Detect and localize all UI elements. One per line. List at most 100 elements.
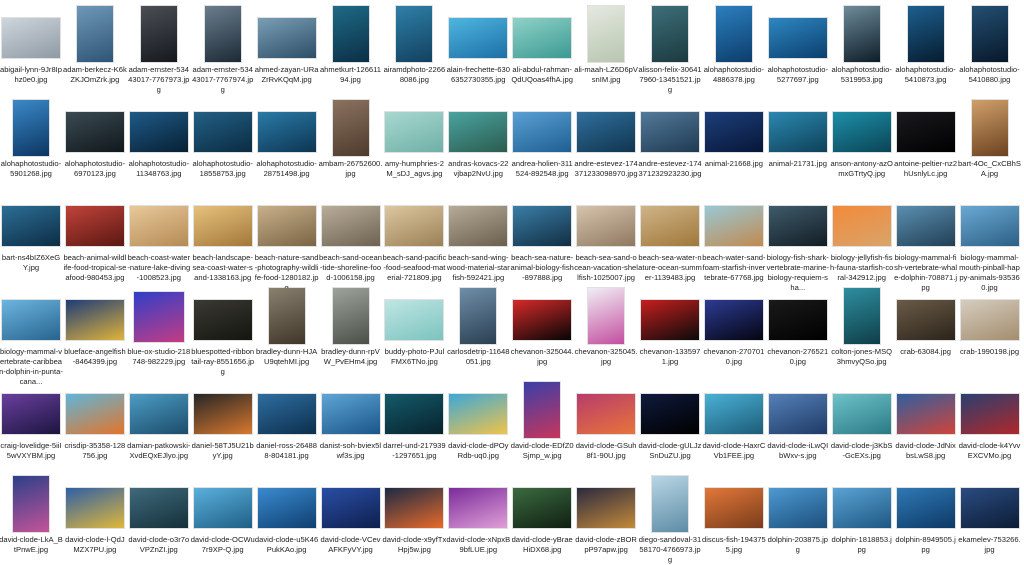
- file-tile[interactable]: ekamelev-753266.jpg: [958, 472, 1021, 555]
- file-tile[interactable]: beach-sand-wing-wood-material-starfish-5…: [447, 190, 510, 283]
- file-tile[interactable]: david-clode-gULJzSnDuZU.jpg: [639, 378, 701, 461]
- image-thumbnail[interactable]: [129, 394, 188, 434]
- file-tile[interactable]: ahmetkurt-12661194.jpg: [320, 2, 382, 85]
- file-tile[interactable]: alohaphotostudio-18558753.jpg: [192, 96, 254, 179]
- image-thumbnail[interactable]: [577, 112, 636, 152]
- image-thumbnail[interactable]: [704, 300, 763, 340]
- image-thumbnail[interactable]: [652, 476, 688, 532]
- image-thumbnail[interactable]: [321, 488, 380, 528]
- image-thumbnail[interactable]: [268, 288, 305, 344]
- image-thumbnail[interactable]: [832, 112, 891, 152]
- image-thumbnail[interactable]: [832, 488, 891, 528]
- image-thumbnail[interactable]: [129, 488, 188, 528]
- image-thumbnail[interactable]: [321, 394, 380, 434]
- file-tile[interactable]: david-clode-iLwQIbWxv-s.jpg: [767, 378, 829, 461]
- file-tile[interactable]: ali-maah-LZ6D6pVsnIM.jpg: [574, 2, 638, 85]
- file-tile[interactable]: david-clode-OCWu7r9XP-Q.jpg: [191, 472, 255, 555]
- file-tile[interactable]: ali-abdul-rahman-QdUQoas4fhA.jpg: [511, 2, 573, 85]
- image-thumbnail[interactable]: [524, 382, 561, 438]
- file-tile[interactable]: andre-estevez-174371233098970.jpg: [574, 96, 638, 179]
- file-tile[interactable]: adam-ernster-53443017-7767974.jpg: [192, 2, 254, 95]
- image-thumbnail[interactable]: [2, 394, 60, 434]
- file-tile[interactable]: anson-antony-azOmxGTrtyQ.jpg: [830, 96, 893, 179]
- image-thumbnail[interactable]: [257, 18, 316, 58]
- file-tile[interactable]: damian-patkowski-XvdEQxEJlyo.jpg: [127, 378, 190, 461]
- file-tile[interactable]: antoine-peltier-nz2hUsnlyLc.jpg: [894, 96, 957, 179]
- file-tile[interactable]: beach-landscape-sea-coast-water-sand-133…: [192, 190, 254, 283]
- file-tile[interactable]: discus-fish-1943755.jpg: [702, 472, 766, 555]
- file-tile[interactable]: craig-lovelidge-5iiI5wVXYBM.jpg: [0, 378, 62, 461]
- file-tile[interactable]: abigail-lynn-9Jr8Iphz0e0.jpg: [0, 2, 62, 85]
- image-thumbnail[interactable]: [832, 206, 891, 246]
- file-tile[interactable]: biology-mammal-fish-vertebrate-whale-dol…: [894, 190, 957, 293]
- file-tile[interactable]: beach-water-sand-foam-starfish-invertebr…: [702, 190, 766, 283]
- image-thumbnail[interactable]: [332, 6, 369, 62]
- image-thumbnail[interactable]: [588, 288, 625, 344]
- file-tile[interactable]: daniel-58TJ5U21byY.jpg: [192, 378, 254, 461]
- image-thumbnail[interactable]: [193, 300, 252, 340]
- file-tile[interactable]: biology-mammal-vertebrate-caribbean-dolp…: [0, 284, 63, 387]
- image-thumbnail[interactable]: [960, 206, 1019, 246]
- file-tile[interactable]: david-clode-u5K46PukKAo.jpg: [255, 472, 318, 555]
- image-thumbnail[interactable]: [257, 394, 316, 434]
- file-tile[interactable]: david-clode-x9yfTxHpj5w.jpg: [383, 472, 446, 555]
- file-tile[interactable]: dolphin-8949505.jpg: [895, 472, 957, 555]
- image-thumbnail[interactable]: [385, 112, 444, 152]
- file-tile[interactable]: chevanon-325045.jpg: [575, 284, 638, 367]
- image-thumbnail[interactable]: [652, 6, 688, 62]
- image-thumbnail[interactable]: [76, 6, 113, 62]
- file-tile[interactable]: crisdip-35358-128756.jpg: [64, 378, 126, 461]
- file-tile[interactable]: alohaphotostudio-5410880.jpg: [959, 2, 1021, 85]
- image-thumbnail[interactable]: [768, 394, 827, 434]
- file-tile[interactable]: david-clode-zBORpP97apw.jpg: [575, 472, 637, 555]
- file-tile[interactable]: bart-ns4bIZ6XeGY.jpg: [0, 190, 62, 273]
- image-thumbnail[interactable]: [513, 18, 572, 58]
- image-thumbnail[interactable]: [577, 394, 636, 434]
- file-tile[interactable]: beach-sea-water-nature-ocean-summer-1139…: [638, 190, 702, 283]
- image-thumbnail[interactable]: [385, 300, 444, 340]
- file-tile[interactable]: adam-berkecz-K6kZKJOmZrk.jpg: [63, 2, 127, 85]
- image-thumbnail[interactable]: [204, 6, 241, 62]
- file-tile[interactable]: daniel-ross-264888-804181.jpg: [256, 378, 318, 461]
- image-thumbnail[interactable]: [641, 394, 699, 434]
- image-thumbnail[interactable]: [896, 488, 955, 528]
- file-tile[interactable]: alohaphotostudio-5319953.jpg: [831, 2, 893, 85]
- file-tile[interactable]: carlosdetrip-11648051.jpg: [447, 284, 509, 367]
- image-thumbnail[interactable]: [641, 300, 699, 340]
- file-tile[interactable]: biology-fish-shark-vertebrate-marine-bio…: [767, 190, 829, 293]
- file-tile[interactable]: david-clode-dPOyRdb-uq0.jpg: [447, 378, 509, 461]
- image-thumbnail[interactable]: [257, 206, 316, 246]
- file-tile[interactable]: biology-jellyfish-fish-fauna-starfish-co…: [830, 190, 893, 283]
- image-thumbnail[interactable]: [971, 100, 1008, 156]
- file-tile[interactable]: colton-jones-MSQ3hmvyQSo.jpg: [831, 284, 893, 367]
- image-thumbnail[interactable]: [588, 6, 625, 62]
- image-thumbnail[interactable]: [577, 488, 636, 528]
- file-tile[interactable]: david-clode-yBraeHiDX68.jpg: [511, 472, 573, 555]
- image-thumbnail[interactable]: [257, 488, 316, 528]
- file-tile[interactable]: bart-4Oc_CxCBhSA.jpg: [958, 96, 1021, 179]
- image-thumbnail[interactable]: [460, 288, 497, 344]
- image-thumbnail[interactable]: [2, 18, 60, 58]
- image-thumbnail[interactable]: [513, 206, 572, 246]
- image-thumbnail[interactable]: [960, 300, 1019, 340]
- image-thumbnail[interactable]: [140, 6, 177, 62]
- file-tile[interactable]: andre-estevez-174371232923230.jpg: [638, 96, 702, 179]
- image-thumbnail[interactable]: [332, 100, 369, 156]
- file-tile[interactable]: alohaphotostudio-4886378.jpg: [703, 2, 765, 85]
- file-tile[interactable]: alohaphotostudio-6970123.jpg: [64, 96, 126, 179]
- image-thumbnail[interactable]: [896, 300, 955, 340]
- file-tile[interactable]: david-clode-VCevAFKFyVY.jpg: [320, 472, 382, 555]
- file-tile[interactable]: alohaphotostudio-5277697.jpg: [767, 2, 829, 85]
- image-thumbnail[interactable]: [704, 206, 763, 246]
- image-thumbnail[interactable]: [193, 112, 252, 152]
- image-thumbnail[interactable]: [768, 206, 827, 246]
- image-thumbnail[interactable]: [65, 300, 124, 340]
- file-tile[interactable]: andras-kovacs-22vjbap2NvU.jpg: [447, 96, 509, 179]
- file-tile[interactable]: david-clode-o3r7oVPZnZI.jpg: [128, 472, 190, 555]
- image-thumbnail[interactable]: [971, 6, 1008, 62]
- image-thumbnail[interactable]: [896, 206, 955, 246]
- file-tile[interactable]: chevanon-2707010.jpg: [703, 284, 765, 367]
- file-tile[interactable]: animal-21668.jpg: [703, 96, 765, 169]
- file-tile[interactable]: chevanon-325044.jpg: [511, 284, 574, 367]
- image-thumbnail[interactable]: [13, 100, 49, 156]
